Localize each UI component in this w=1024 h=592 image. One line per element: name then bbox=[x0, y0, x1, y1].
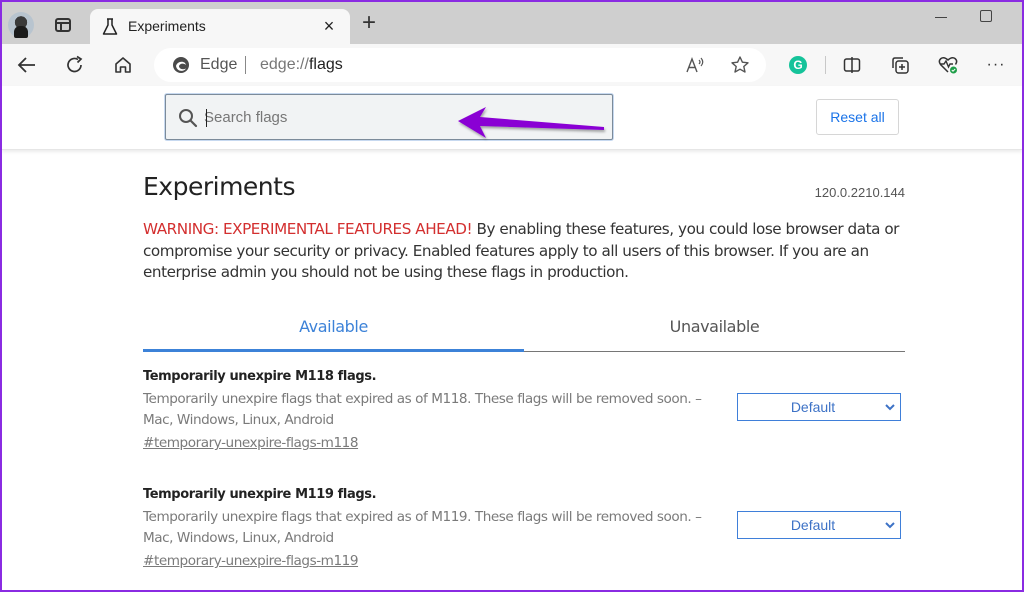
navigation-toolbar: Edge edge://flags G ··· bbox=[2, 44, 1022, 86]
address-url[interactable]: edge://flags bbox=[260, 56, 343, 74]
grammarly-icon[interactable]: G bbox=[789, 56, 807, 74]
profile-avatar[interactable] bbox=[8, 12, 34, 38]
browser-essentials-button[interactable] bbox=[936, 53, 960, 77]
favorite-button[interactable] bbox=[728, 54, 752, 76]
reset-all-button[interactable]: Reset all bbox=[816, 99, 899, 135]
flags-tabs: Available Unavailable bbox=[143, 308, 905, 352]
more-menu-icon[interactable]: ··· bbox=[984, 53, 1008, 77]
annotation-arrow-icon bbox=[458, 107, 604, 138]
warning-message: WARNING: EXPERIMENTAL FEATURES AHEAD! By… bbox=[143, 219, 905, 284]
edge-logo-icon bbox=[173, 57, 189, 73]
split-screen-button[interactable] bbox=[840, 53, 864, 77]
flags-header: Reset all bbox=[2, 86, 1022, 150]
back-icon bbox=[17, 57, 35, 73]
flag-item: Temporarily unexpire M118 flags. Tempora… bbox=[143, 369, 905, 469]
flag-state-value: Default bbox=[790, 399, 836, 415]
flask-icon bbox=[102, 18, 118, 35]
flag-description: Temporarily unexpire flags that expired … bbox=[143, 509, 702, 546]
address-bar[interactable]: Edge edge://flags bbox=[154, 48, 766, 82]
home-button[interactable] bbox=[109, 52, 137, 78]
flag-permalink[interactable]: #temporary-unexpire-flags-m118 bbox=[143, 435, 359, 451]
browser-essentials-icon bbox=[938, 57, 958, 74]
new-tab-button[interactable]: + bbox=[357, 11, 381, 36]
url-path: flags bbox=[308, 56, 343, 73]
tab-strip: Experiments × + bbox=[2, 2, 1022, 45]
home-icon bbox=[115, 57, 131, 73]
split-screen-icon bbox=[843, 57, 861, 73]
back-button[interactable] bbox=[13, 52, 41, 78]
search-icon bbox=[179, 109, 198, 128]
flag-description: Temporarily unexpire flags that expired … bbox=[143, 391, 702, 428]
tab-unavailable[interactable]: Unavailable bbox=[524, 308, 905, 352]
close-tab-icon[interactable]: × bbox=[318, 15, 340, 37]
browser-window: Experiments × + Edge edge://flags G ··· … bbox=[0, 0, 1024, 592]
tab-available[interactable]: Available bbox=[143, 308, 524, 352]
page-title: Experiments bbox=[143, 172, 295, 201]
refresh-icon bbox=[67, 55, 83, 73]
collections-button[interactable] bbox=[888, 53, 912, 77]
tab-experiments[interactable]: Experiments × bbox=[90, 9, 350, 45]
version-label: 120.0.2210.144 bbox=[814, 185, 905, 200]
collections-icon bbox=[892, 57, 909, 74]
address-brand: Edge bbox=[200, 56, 238, 73]
flag-name: Temporarily unexpire M119 flags. bbox=[143, 487, 377, 502]
flag-state-value: Default bbox=[790, 517, 836, 533]
read-aloud-icon bbox=[686, 57, 704, 73]
toolbar-separator bbox=[825, 56, 826, 74]
flag-state-select[interactable]: Default bbox=[737, 393, 901, 421]
text-caret bbox=[206, 109, 207, 127]
search-flags-box[interactable] bbox=[165, 94, 613, 140]
flag-state-select[interactable]: Default bbox=[737, 511, 901, 539]
address-separator bbox=[245, 56, 246, 74]
refresh-button[interactable] bbox=[61, 52, 89, 78]
minimize-icon[interactable] bbox=[927, 7, 957, 29]
tab-actions-icon[interactable] bbox=[55, 18, 71, 32]
chevron-down-icon bbox=[885, 522, 895, 529]
read-aloud-button[interactable] bbox=[684, 54, 708, 76]
chevron-down-icon bbox=[885, 404, 895, 411]
flag-item: Temporarily unexpire M119 flags. Tempora… bbox=[143, 487, 905, 587]
url-prefix: edge:// bbox=[260, 56, 309, 73]
maximize-icon[interactable] bbox=[980, 10, 992, 22]
flag-name: Temporarily unexpire M118 flags. bbox=[143, 369, 377, 384]
warning-label: WARNING: EXPERIMENTAL FEATURES AHEAD! bbox=[143, 220, 473, 238]
tab-title: Experiments bbox=[128, 18, 206, 34]
favorite-star-icon bbox=[731, 56, 749, 73]
flag-permalink[interactable]: #temporary-unexpire-flags-m119 bbox=[143, 553, 359, 569]
